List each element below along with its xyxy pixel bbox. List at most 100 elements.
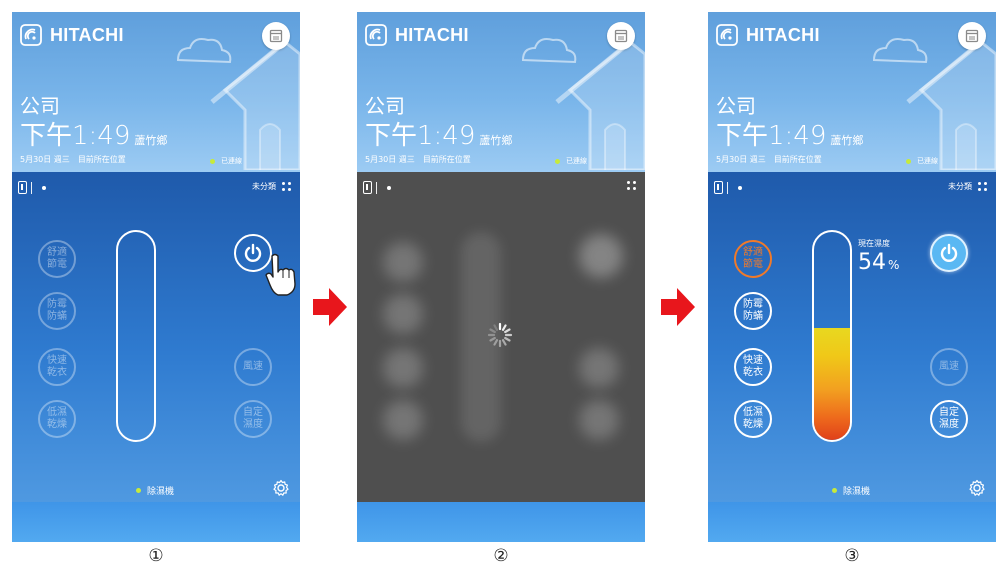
footer-bar [12, 502, 300, 542]
toolbar-right[interactable]: 未分類 [948, 181, 988, 192]
position-note: 目前所在位置 [77, 155, 126, 164]
step-caption-2: ② [493, 546, 509, 566]
arrow-right-icon [661, 288, 695, 326]
humidity-gauge [812, 230, 852, 442]
phone-icon[interactable] [18, 181, 27, 194]
position-note: 目前所在位置 [773, 155, 822, 164]
time-text: 下午1:49 [716, 121, 827, 151]
grid-menu-icon[interactable] [627, 181, 637, 191]
mode-mildew-button[interactable]: 防霉 防蟎 [38, 292, 76, 330]
mode-mildew-button[interactable]: 防霉 防蟎 [734, 292, 772, 330]
blurred-wind-button [579, 348, 619, 388]
device-name: 除濕機 [147, 487, 175, 497]
mode-comfort-button[interactable]: 舒適 節電 [734, 240, 772, 278]
screen-step-2: HITACHI 公司 下午1:49 蘆竹鄉 5月30日 週三 目前所在位置 已連線 [357, 12, 645, 542]
page-indicator [738, 185, 742, 190]
date-text: 5月30日 週三 [716, 155, 766, 164]
toolbar-left [363, 181, 391, 194]
mode-fast-dry-button[interactable]: 快速 乾衣 [734, 348, 772, 386]
toolbar-left [714, 181, 742, 194]
date-line: 5月30日 週三 目前所在位置 [365, 154, 471, 165]
blurred-mode-button [383, 294, 423, 334]
clock: 下午1:49 蘆竹鄉 [365, 115, 512, 152]
header: HITACHI 公司 下午1:49 蘆竹鄉 5月30日 週三 目前所在位置 已連線 [12, 12, 300, 172]
clock: 下午1:49 蘆竹鄉 [716, 115, 863, 152]
device-label: 除濕機 [136, 484, 174, 497]
position-note: 目前所在位置 [422, 155, 471, 164]
device-label: 除濕機 [832, 484, 870, 497]
footer-bar [357, 502, 645, 542]
gear-icon[interactable] [968, 479, 986, 497]
date-line: 5月30日 週三 目前所在位置 [20, 154, 126, 165]
connection-status: 已連線 [210, 156, 242, 166]
mode-low-dry-button[interactable]: 低濕 乾燥 [38, 400, 76, 438]
footer-bar [708, 502, 996, 542]
humidity-unit: % [888, 258, 900, 272]
arrow-right-icon [313, 288, 347, 326]
custom-humidity-button[interactable]: 自定 濕度 [234, 400, 272, 438]
blurred-power-button [579, 234, 623, 278]
mode-fast-dry-button[interactable]: 快速 乾衣 [38, 348, 76, 386]
page-indicator [42, 185, 46, 190]
category-label: 未分類 [948, 182, 972, 191]
step-caption-1: ① [148, 546, 164, 566]
date-text: 5月30日 週三 [20, 155, 70, 164]
house-icon [872, 38, 996, 170]
location-text: 蘆竹鄉 [479, 134, 513, 147]
connection-text: 已連線 [566, 157, 587, 165]
divider [31, 181, 32, 194]
toolbar-right[interactable] [621, 181, 637, 191]
loading-overlay [357, 172, 645, 502]
grid-menu-icon[interactable] [282, 181, 292, 192]
step-caption-3: ③ [844, 546, 860, 566]
blurred-custom-button [579, 400, 619, 440]
device-status-dot [832, 488, 837, 493]
humidity-readout: 54% [858, 250, 899, 275]
location-text: 蘆竹鄉 [134, 134, 168, 147]
category-label: 未分類 [252, 182, 276, 191]
status-dot [210, 158, 215, 164]
blurred-mode-button [383, 400, 423, 440]
blurred-mode-button [383, 348, 423, 388]
control-panel: 未分類 舒適 節電 防霉 防蟎 快速 乾衣 低濕 乾燥 風速 自定 濕度 除濕機 [12, 172, 300, 502]
hand-pointer-icon [265, 253, 296, 296]
house-icon [521, 38, 645, 170]
phone-icon[interactable] [363, 181, 372, 194]
grid-menu-icon[interactable] [978, 181, 988, 192]
connection-text: 已連線 [221, 157, 242, 165]
connection-status: 已連線 [906, 156, 938, 166]
toolbar-right[interactable]: 未分類 [252, 181, 292, 192]
gear-icon[interactable] [272, 479, 290, 497]
location-text: 蘆竹鄉 [830, 134, 864, 147]
humidity-value: 54 [858, 250, 886, 275]
phone-icon[interactable] [714, 181, 723, 194]
wind-speed-button[interactable]: 風速 [930, 348, 968, 386]
humidity-label: 現在濕度 [858, 239, 890, 248]
brand: HITACHI [365, 24, 469, 46]
mode-low-dry-button[interactable]: 低濕 乾燥 [734, 400, 772, 438]
clock: 下午1:49 蘆竹鄉 [20, 115, 167, 152]
divider [376, 181, 377, 194]
mode-comfort-button[interactable]: 舒適 節電 [38, 240, 76, 278]
screen-step-1: HITACHI 公司 下午1:49 蘆竹鄉 5月30日 週三 目前所在位置 已連線 … [12, 12, 300, 542]
power-icon [940, 243, 958, 262]
wifi-logo-icon [365, 24, 387, 46]
brand: HITACHI [716, 24, 820, 46]
brand-name: HITACHI [50, 24, 124, 45]
wifi-logo-icon [20, 24, 42, 46]
time-text: 下午1:49 [365, 121, 476, 151]
power-button[interactable] [930, 234, 968, 272]
status-dot [555, 158, 560, 164]
status-dot [906, 158, 911, 164]
wind-speed-button[interactable]: 風速 [234, 348, 272, 386]
connection-text: 已連線 [917, 157, 938, 165]
device-name: 除濕機 [843, 487, 871, 497]
custom-humidity-button[interactable]: 自定 濕度 [930, 400, 968, 438]
power-icon [244, 243, 262, 262]
screen-step-3: HITACHI 公司 下午1:49 蘆竹鄉 5月30日 週三 目前所在位置 已連線 … [708, 12, 996, 542]
humidity-gauge [116, 230, 156, 442]
toolbar-left [18, 181, 46, 194]
brand-name: HITACHI [395, 24, 469, 45]
house-icon [176, 38, 300, 170]
wifi-logo-icon [716, 24, 738, 46]
